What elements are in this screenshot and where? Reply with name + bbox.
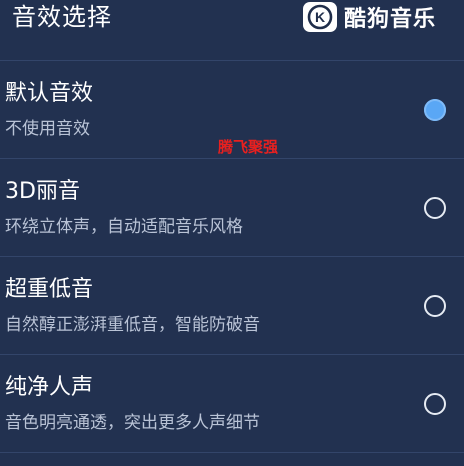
option-title: 默认音效 <box>5 81 94 106</box>
radio-unselected[interactable] <box>424 197 446 219</box>
logo-text: 酷狗音乐 <box>344 7 437 32</box>
divider <box>0 452 464 453</box>
option-description: 自然醇正澎湃重低音，智能防破音 <box>5 315 260 335</box>
option-title: 3D丽音 <box>5 179 80 204</box>
option-3d[interactable]: 3D丽音 环绕立体声，自动适配音乐风格 <box>0 159 464 256</box>
kugou-logo: K 酷狗音乐 <box>303 0 436 34</box>
option-description: 不使用音效 <box>5 119 90 139</box>
option-vocal[interactable]: 纯净人声 音色明亮通透，突出更多人声细节 <box>0 355 464 452</box>
radio-unselected[interactable] <box>424 295 446 317</box>
option-description: 音色明亮通透，突出更多人声细节 <box>5 413 260 433</box>
option-title: 纯净人声 <box>5 375 94 400</box>
option-bass[interactable]: 超重低音 自然醇正澎湃重低音，智能防破音 <box>0 257 464 354</box>
option-description: 环绕立体声，自动适配音乐风格 <box>5 217 243 237</box>
option-title: 超重低音 <box>5 277 94 302</box>
kugou-k-icon: K <box>307 4 333 30</box>
kugou-logo-icon: K <box>303 2 337 32</box>
watermark: 腾飞聚强 <box>218 138 279 156</box>
header: 音效选择 K 酷狗音乐 <box>0 0 464 60</box>
radio-selected[interactable] <box>424 99 446 121</box>
sound-effect-screen: 音效选择 K 酷狗音乐 默认音效 不使用音效 3D丽音 环绕立体声，自动适配音乐… <box>0 0 464 466</box>
radio-unselected[interactable] <box>424 393 446 415</box>
svg-text:K: K <box>315 9 325 25</box>
page-title: 音效选择 <box>12 3 112 31</box>
